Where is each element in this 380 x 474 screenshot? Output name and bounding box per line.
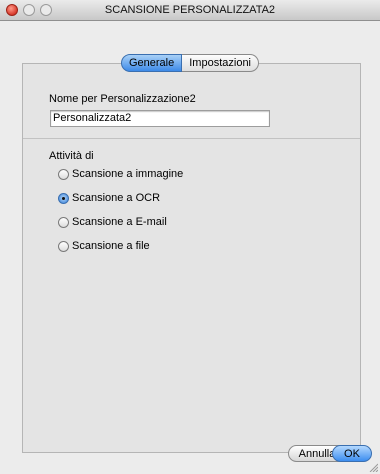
radio-button-selected-icon[interactable] <box>58 192 69 204</box>
radio-label: Scansione a file <box>72 240 150 252</box>
name-field-label: Nome per Personalizzazione2 <box>49 93 196 105</box>
radio-label: Scansione a immagine <box>72 168 184 180</box>
dialog-window: SCANSIONE PERSONALIZZATA2 Generale Impos… <box>0 0 380 474</box>
ok-button[interactable]: OK <box>332 445 372 462</box>
radio-button-icon[interactable] <box>58 216 69 228</box>
resize-grip-icon[interactable] <box>368 462 378 472</box>
radio-label: Scansione a OCR <box>72 192 161 204</box>
radio-label: Scansione a E-mail <box>72 216 167 228</box>
radio-button-icon[interactable] <box>58 240 69 252</box>
settings-panel: Nome per Personalizzazione2 Personalizza… <box>22 63 361 453</box>
radio-scan-to-ocr[interactable]: Scansione a OCR <box>58 191 160 205</box>
section-divider <box>23 138 360 139</box>
tab-impostazioni[interactable]: Impostazioni <box>182 54 260 72</box>
tab-bar: Generale Impostazioni <box>0 54 380 72</box>
title-bar[interactable]: SCANSIONE PERSONALIZZATA2 <box>0 0 380 21</box>
window-title: SCANSIONE PERSONALIZZATA2 <box>104 4 276 16</box>
tab-generale[interactable]: Generale <box>120 54 183 72</box>
radio-button-icon[interactable] <box>58 168 69 180</box>
dialog-content: Generale Impostazioni Nome per Personali… <box>0 21 380 474</box>
activity-label: Attività di <box>49 150 94 162</box>
name-field[interactable]: Personalizzata2 <box>50 110 270 127</box>
radio-scan-to-email[interactable]: Scansione a E-mail <box>58 215 167 229</box>
radio-scan-to-image[interactable]: Scansione a immagine <box>58 167 183 181</box>
radio-scan-to-file[interactable]: Scansione a file <box>58 239 150 253</box>
